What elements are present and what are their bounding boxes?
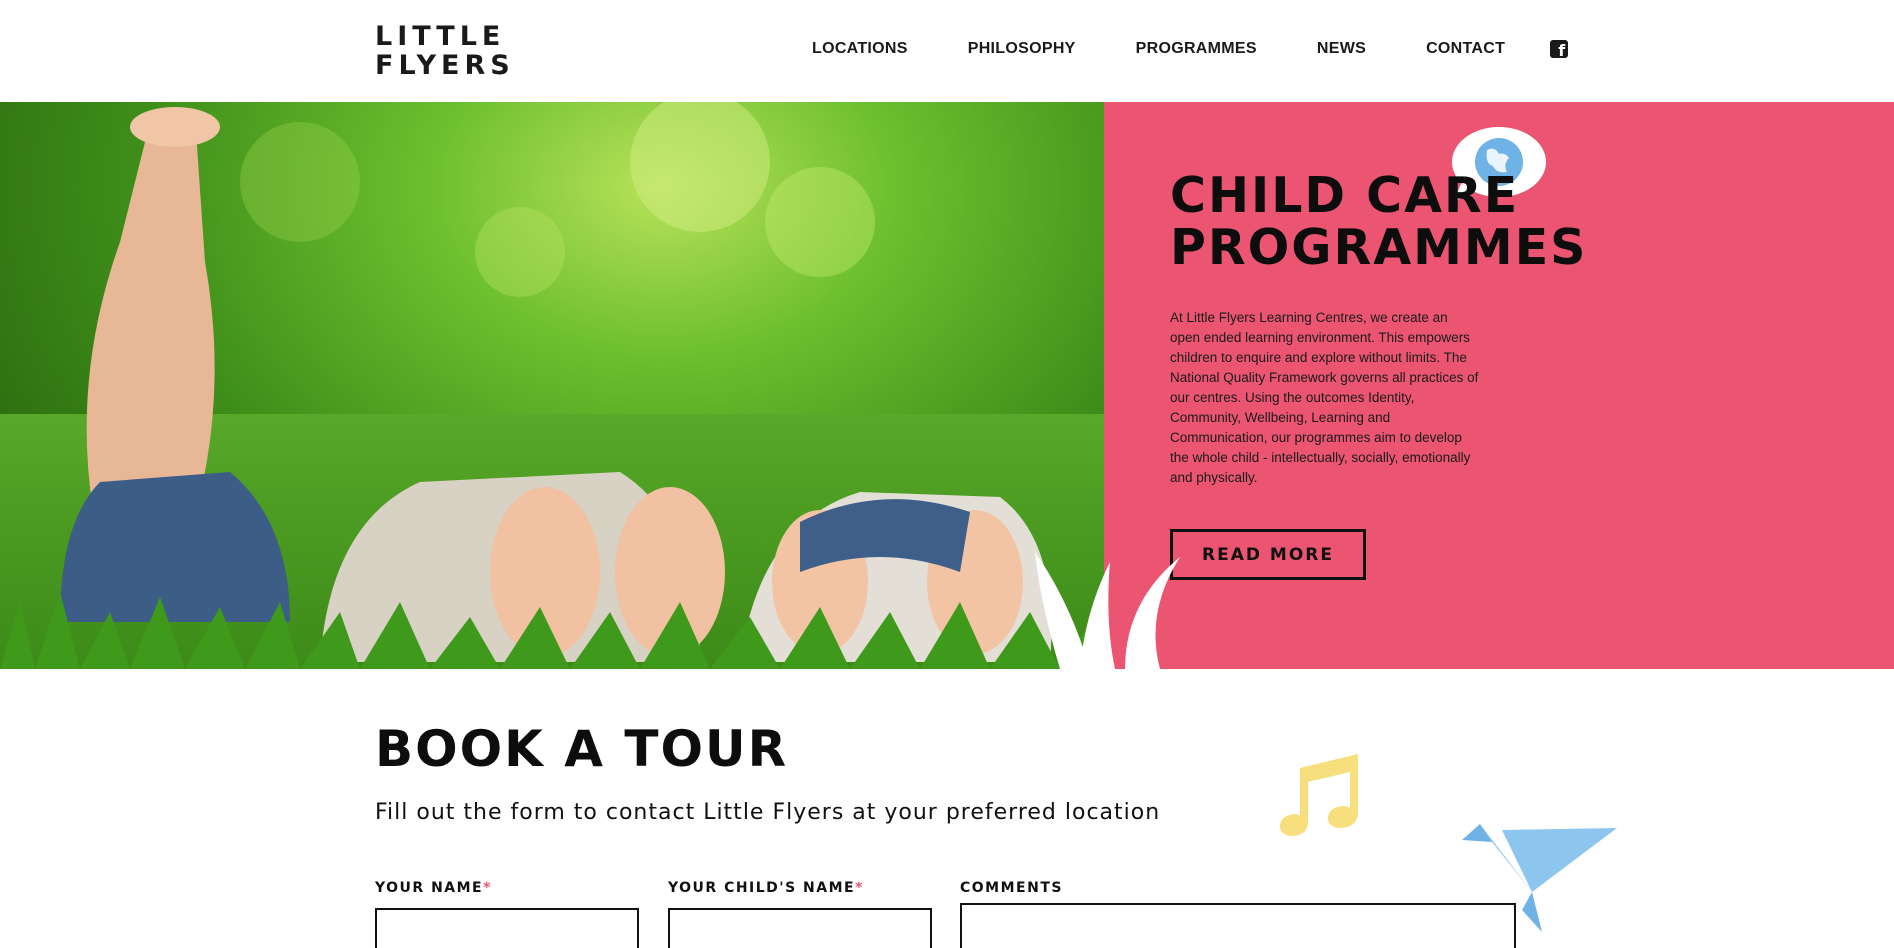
logo-line-2: FLYERS xyxy=(375,50,515,81)
programmes-panel: CHILD CARE PROGRAMMES At Little Flyers L… xyxy=(1104,102,1894,669)
comments-textarea[interactable] xyxy=(960,903,1516,948)
hero-section: CHILD CARE PROGRAMMES At Little Flyers L… xyxy=(0,102,1894,669)
nav-locations[interactable]: LOCATIONS xyxy=(812,40,908,58)
nav-programmes[interactable]: PROGRAMMES xyxy=(1136,40,1257,58)
nav-contact[interactable]: CONTACT xyxy=(1426,40,1505,58)
grass-decoration-icon xyxy=(1035,552,1180,669)
read-more-button[interactable]: READ MORE xyxy=(1170,529,1366,580)
hero-title-line-1: CHILD CARE xyxy=(1170,167,1520,224)
hero-title-line-2: PROGRAMMES xyxy=(1170,219,1588,276)
music-note-icon xyxy=(1280,754,1358,836)
facebook-icon[interactable] xyxy=(1550,40,1569,60)
your-name-label: YOUR NAME* xyxy=(375,880,492,896)
your-name-input[interactable] xyxy=(375,908,639,948)
site-header: LITTLE FLYERS LOCATIONS PHILOSOPHY PROGR… xyxy=(0,0,1894,102)
children-feet-illustration xyxy=(0,102,1104,669)
book-tour-subtitle: Fill out the form to contact Little Flye… xyxy=(375,800,1161,825)
comments-label: COMMENTS xyxy=(960,880,1063,896)
site-logo[interactable]: LITTLE FLYERS xyxy=(375,22,515,80)
hero-description: At Little Flyers Learning Centres, we cr… xyxy=(1170,310,1479,485)
hero-title: CHILD CARE PROGRAMMES xyxy=(1170,170,1587,274)
hero-photo xyxy=(0,102,1104,669)
main-nav: LOCATIONS PHILOSOPHY PROGRAMMES NEWS CON… xyxy=(812,40,1569,60)
child-name-label: YOUR CHILD'S NAME* xyxy=(668,880,864,896)
child-name-input[interactable] xyxy=(668,908,932,948)
nav-news[interactable]: NEWS xyxy=(1317,40,1366,58)
nav-philosophy[interactable]: PHILOSOPHY xyxy=(968,40,1076,58)
logo-line-1: LITTLE xyxy=(375,21,506,52)
book-tour-title: BOOK A TOUR xyxy=(375,720,789,778)
